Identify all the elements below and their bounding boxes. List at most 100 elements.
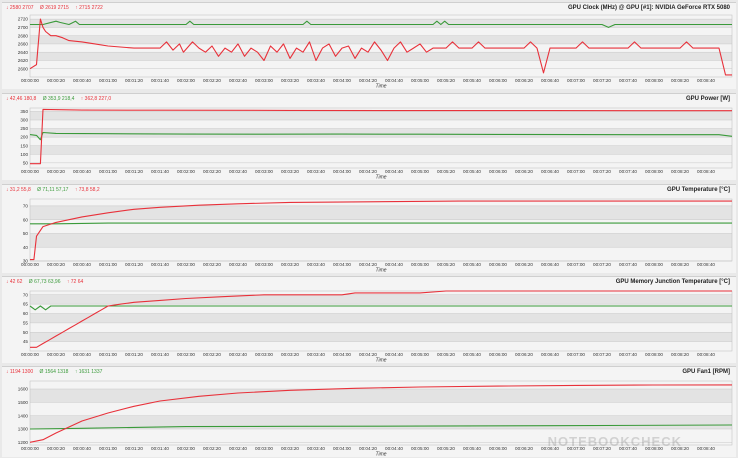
x-tick-label: 00:02:00 [177, 169, 195, 174]
x-tick-label: 00:05:00 [411, 446, 429, 451]
x-axis-label: Time [375, 175, 386, 181]
x-tick-label: 00:00:20 [47, 352, 65, 357]
x-tick-label: 00:04:20 [359, 169, 377, 174]
x-tick-label: 00:08:00 [645, 352, 663, 357]
x-tick-label: 00:00:20 [47, 446, 65, 451]
green-series-line [29, 305, 732, 311]
x-tick-label: 00:04:20 [359, 78, 377, 83]
x-tick-label: 00:00:00 [21, 352, 39, 357]
x-tick-label: 00:06:40 [541, 169, 559, 174]
y-tick-label: 2660 [18, 42, 29, 47]
gpu-temperature-panel: ↓ 31,2 55,8 Ø 71,11 57,17 ↑ 73,8 58,2 GP… [2, 184, 736, 274]
x-tick-label: 00:03:20 [281, 446, 299, 451]
x-tick-label: 00:01:40 [151, 352, 169, 357]
x-tick-label: 00:05:20 [437, 169, 455, 174]
x-tick-label: 00:07:20 [593, 169, 611, 174]
y-tick-label: 45 [23, 339, 29, 344]
x-tick-label: 00:08:20 [671, 352, 689, 357]
y-tick-label: 65 [23, 302, 29, 307]
gpu-power-panel: ↓ 42,46 180,8 Ø 353,9 218,4 ↑ 362,8 227,… [2, 93, 736, 181]
x-tick-label: 00:06:20 [515, 169, 533, 174]
grid-band [30, 205, 732, 220]
x-tick-label: 00:00:00 [21, 262, 39, 267]
x-tick-label: 00:07:40 [619, 262, 637, 267]
y-tick-label: 50 [23, 160, 29, 165]
x-tick-label: 00:07:40 [619, 78, 637, 83]
x-tick-label: 00:08:40 [697, 169, 715, 174]
x-tick-label: 00:04:00 [333, 78, 351, 83]
x-tick-label: 00:08:20 [671, 78, 689, 83]
x-tick-label: 00:04:40 [385, 352, 403, 357]
x-tick-label: 00:02:20 [203, 169, 221, 174]
x-tick-label: 00:05:00 [411, 262, 429, 267]
gpu-memory-junction-chart: 70 65 60 55 50 45 00:00:00 00:00:20 00:00:40 00:0… [21, 290, 733, 364]
x-tick-label: 00:05:20 [437, 262, 455, 267]
y-tick-label: 1200 [18, 440, 29, 445]
x-tick-label: 00:07:00 [567, 262, 585, 267]
x-tick-label: 00:02:00 [177, 352, 195, 357]
x-tick-label: 00:01:40 [151, 446, 169, 451]
x-tick-label: 00:05:00 [411, 352, 429, 357]
x-tick-label: 00:00:40 [73, 78, 91, 83]
x-tick-label: 00:05:40 [463, 446, 481, 451]
x-tick-label: 00:05:40 [463, 262, 481, 267]
x-tick-label: 00:02:40 [229, 78, 247, 83]
x-tick-label: 00:08:00 [645, 262, 663, 267]
x-tick-label: 00:02:20 [203, 446, 221, 451]
y-tick-label: 2680 [18, 33, 29, 38]
y-tick-label: 2600 [18, 66, 29, 71]
x-tick-label: 00:06:40 [541, 78, 559, 83]
y-tick-label: 200 [20, 135, 28, 140]
x-tick-label: 00:04:20 [359, 262, 377, 267]
y-tick-label: 60 [23, 217, 29, 222]
y-tick-label: 350 [20, 109, 28, 114]
x-tick-label: 00:00:20 [47, 262, 65, 267]
x-tick-label: 00:01:00 [99, 262, 117, 267]
x-tick-label: 00:06:00 [489, 78, 507, 83]
x-tick-label: 00:03:20 [281, 262, 299, 267]
grid-band [30, 332, 732, 342]
y-tick-label: 2700 [18, 25, 29, 30]
x-tick-label: 00:01:20 [125, 446, 143, 451]
x-tick-label: 00:08:00 [645, 169, 663, 174]
x-tick-label: 00:04:00 [333, 262, 351, 267]
x-tick-label: 00:07:20 [593, 352, 611, 357]
x-tick-label: 00:07:40 [619, 169, 637, 174]
y-tick-label: 40 [23, 245, 29, 250]
x-tick-label: 00:04:40 [385, 169, 403, 174]
green-series-line [30, 222, 732, 225]
x-tick-label: 00:03:40 [307, 352, 325, 357]
x-tick-label: 00:05:20 [437, 446, 455, 451]
x-tick-label: 00:00:00 [21, 169, 39, 174]
x-tick-label: 00:03:00 [255, 169, 273, 174]
x-tick-label: 00:05:40 [463, 78, 481, 83]
x-tick-label: 00:06:00 [489, 352, 507, 357]
x-tick-label: 00:03:00 [255, 352, 273, 357]
grid-band [30, 35, 732, 44]
x-tick-label: 00:02:20 [203, 352, 221, 357]
x-tick-label: 00:04:00 [333, 446, 351, 451]
x-tick-label: 00:00:00 [21, 78, 39, 83]
x-tick-label: 00:07:20 [593, 78, 611, 83]
x-tick-label: 00:06:20 [515, 446, 533, 451]
x-tick-label: 00:06:00 [489, 262, 507, 267]
gpu-temperature-chart: 706050403000:00:00 00:00:20 00:00:40 00:01:… [21, 198, 733, 274]
x-tick-label: 00:03:20 [281, 169, 299, 174]
grid-band [30, 19, 732, 28]
y-tick-label: 60 [23, 311, 29, 316]
x-tick-label: 00:05:40 [463, 352, 481, 357]
x-tick-label: 00:00:40 [73, 262, 91, 267]
x-tick-label: 00:00:40 [73, 169, 91, 174]
x-tick-label: 00:03:40 [307, 446, 325, 451]
grid-band [30, 313, 732, 323]
x-tick-label: 00:03:20 [281, 78, 299, 83]
x-tick-label: 00:02:00 [177, 262, 195, 267]
y-tick-label: 50 [23, 231, 29, 236]
x-tick-label: 00:07:00 [567, 352, 585, 357]
x-tick-label: 00:05:20 [437, 78, 455, 83]
y-tick-label: 2720 [18, 17, 29, 22]
x-axis-label: Time [375, 452, 386, 458]
x-tick-label: 00:07:40 [619, 352, 637, 357]
x-axis-label: Time [375, 268, 386, 274]
x-tick-label: 00:02:00 [177, 446, 195, 451]
